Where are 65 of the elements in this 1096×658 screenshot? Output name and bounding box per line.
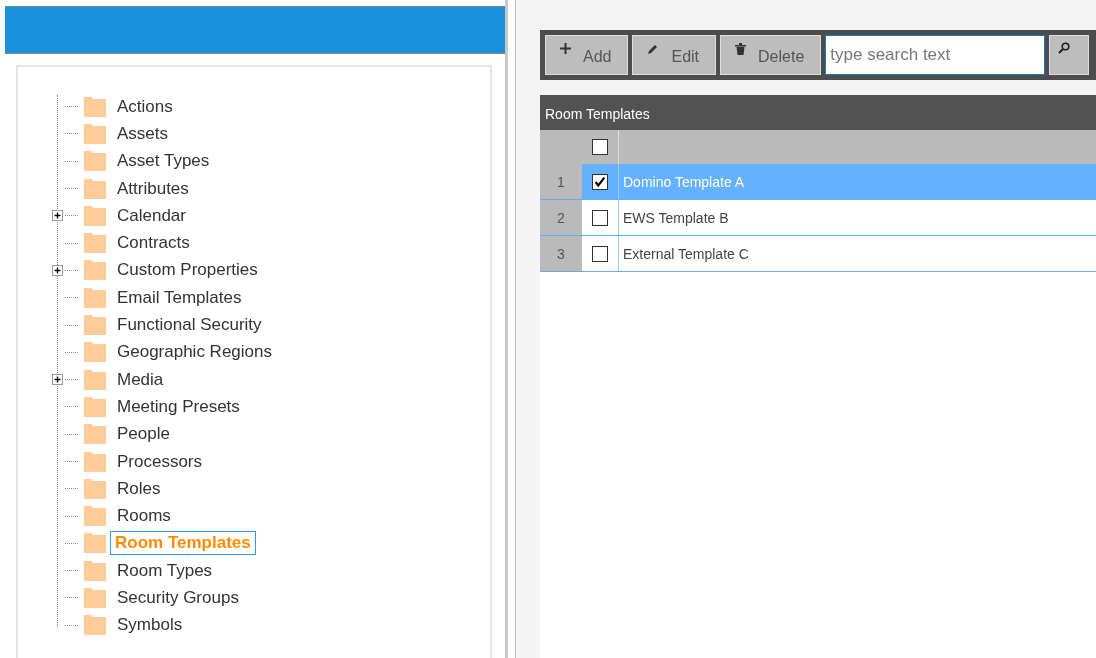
tree-item[interactable]: Geographic Regions xyxy=(116,340,277,365)
folder-icon xyxy=(84,424,106,445)
folder-icon xyxy=(84,396,106,417)
folder-icon xyxy=(84,315,106,335)
tree-item[interactable]: Meeting Presets xyxy=(116,394,245,419)
search-field[interactable]: type search text xyxy=(825,35,1046,75)
tree-item[interactable]: Asset Types xyxy=(116,149,215,174)
table-cell: EWS Template B xyxy=(623,209,729,226)
tree-item[interactable]: Room Types xyxy=(116,558,218,583)
folder-icon xyxy=(84,96,106,117)
tree-item[interactable]: Calendar xyxy=(116,203,191,228)
grid-row[interactable]: 3 External Template C xyxy=(540,236,1096,272)
folder-icon xyxy=(84,233,106,254)
tree-item[interactable]: Roles xyxy=(116,476,166,501)
grid-title: Room Templates xyxy=(540,95,1096,130)
folder-icon xyxy=(84,151,106,172)
folder-icon xyxy=(84,178,106,199)
pencil-icon xyxy=(647,43,660,55)
add-button[interactable]: Add xyxy=(545,35,629,75)
tree-item[interactable]: Actions xyxy=(116,94,178,119)
row-number: 1 xyxy=(540,164,582,199)
folder-icon xyxy=(84,615,106,636)
search-icon xyxy=(1058,42,1071,54)
row-checkbox[interactable] xyxy=(592,173,608,190)
grid-row[interactable]: 2 EWS Template B xyxy=(540,200,1096,236)
tree-item[interactable]: Symbols xyxy=(116,613,188,638)
folder-icon xyxy=(84,123,106,144)
plus-icon xyxy=(560,43,571,54)
grid-row[interactable]: 1 Domino Template A xyxy=(540,164,1096,200)
search-button[interactable] xyxy=(1049,35,1090,75)
tree-item[interactable]: Custom Properties xyxy=(116,258,263,283)
folder-icon xyxy=(84,588,106,608)
tree-item[interactable]: Security Groups xyxy=(116,586,244,610)
tree-item[interactable]: Attributes xyxy=(116,176,194,201)
folder-icon xyxy=(84,287,106,308)
tree-item[interactable]: Email Templates xyxy=(116,285,247,310)
folder-icon xyxy=(84,560,106,581)
tree-item[interactable]: Media xyxy=(116,367,169,392)
tree-item[interactable]: Rooms xyxy=(116,504,176,529)
folder-icon xyxy=(84,506,106,527)
expand-icon[interactable] xyxy=(52,264,63,276)
folder-icon xyxy=(84,342,106,363)
expand-icon[interactable] xyxy=(52,210,63,222)
delete-button[interactable]: Delete xyxy=(720,35,822,75)
tree-item[interactable]: Contracts xyxy=(116,231,195,256)
trash-icon xyxy=(735,43,747,55)
tree-item[interactable]: Processors xyxy=(116,449,208,474)
edit-button[interactable]: Edit xyxy=(632,35,717,75)
select-all-checkbox[interactable] xyxy=(592,139,608,155)
row-checkbox[interactable] xyxy=(592,245,608,262)
folder-icon xyxy=(84,533,106,554)
row-number: 2 xyxy=(540,200,582,235)
tree-item[interactable]: Functional Security xyxy=(116,313,267,337)
row-checkbox[interactable] xyxy=(592,209,608,226)
table-cell: Domino Template A xyxy=(623,173,745,190)
folder-icon xyxy=(84,260,106,281)
folder-icon xyxy=(84,369,106,390)
tree-item[interactable]: Assets xyxy=(116,121,174,146)
table-cell: External Template C xyxy=(623,245,749,262)
folder-icon xyxy=(84,205,106,226)
folder-icon xyxy=(84,478,106,499)
expand-icon[interactable] xyxy=(52,374,63,386)
tree-item[interactable]: People xyxy=(116,422,175,447)
row-number: 3 xyxy=(540,236,582,271)
folder-icon xyxy=(84,451,106,472)
